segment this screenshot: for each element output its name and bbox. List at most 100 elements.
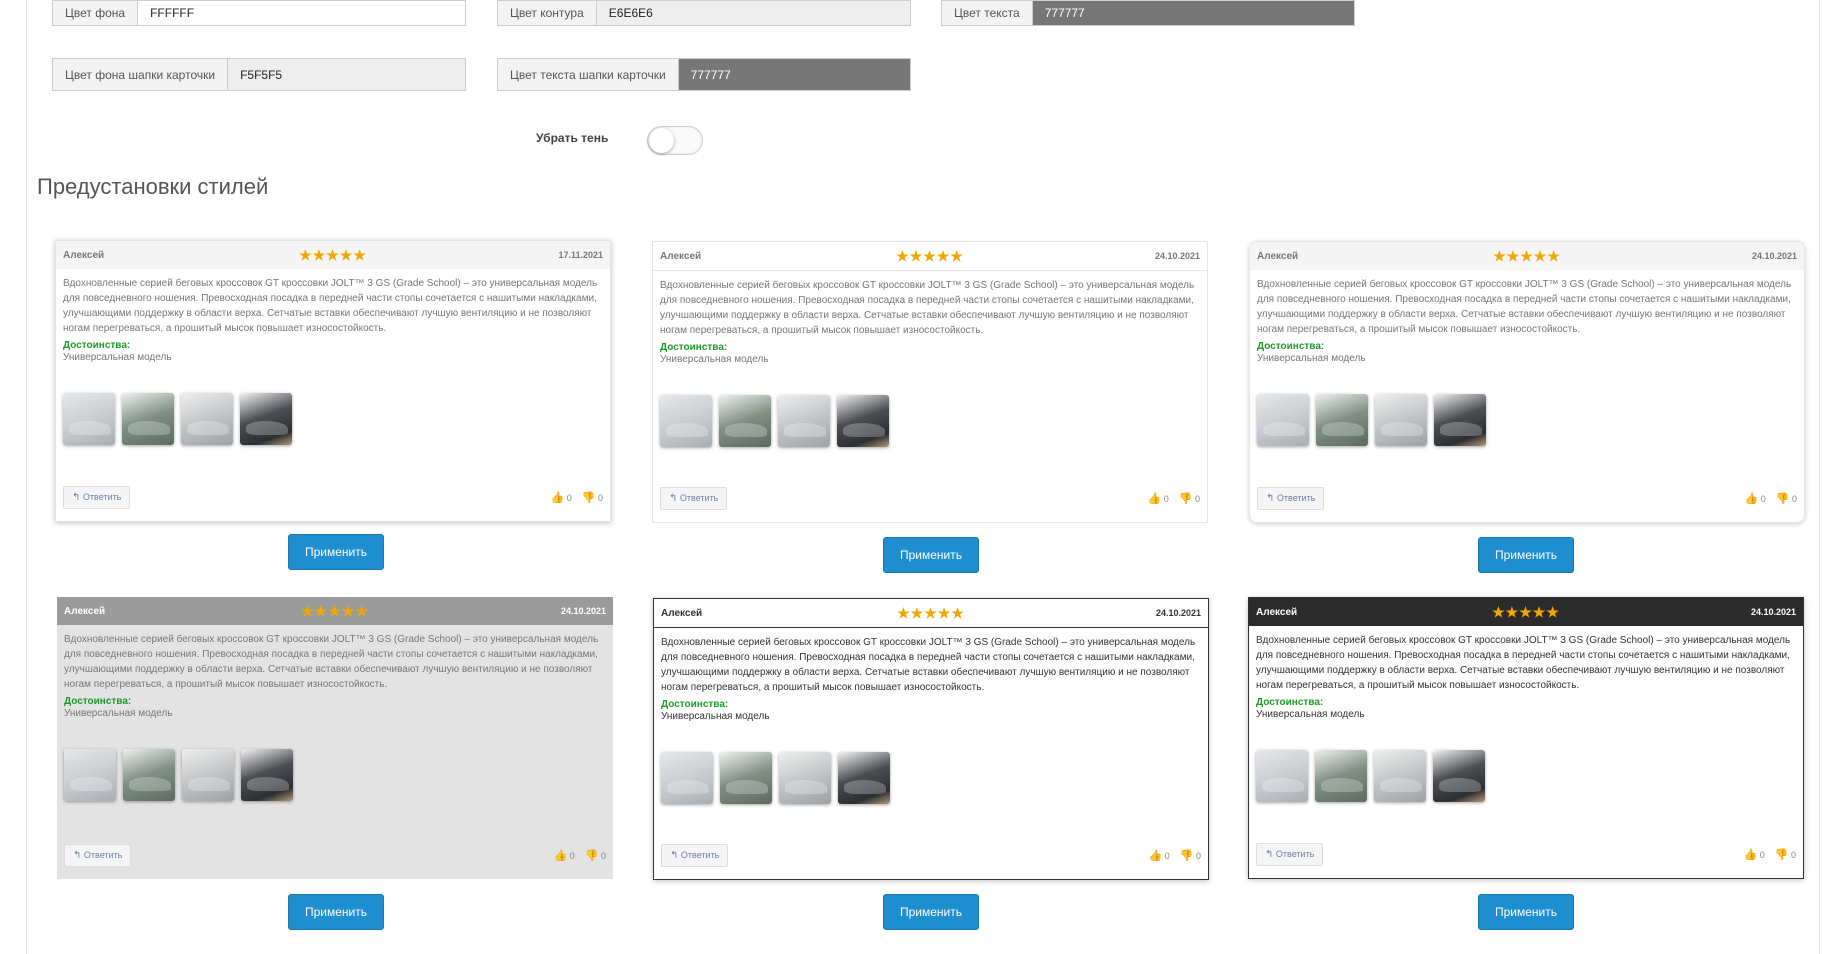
header-bg-color-input[interactable]: F5F5F5 — [228, 59, 465, 90]
border-color-input[interactable]: E6E6E6 — [596, 1, 910, 25]
apply-preset-button-5[interactable]: Применить — [883, 894, 979, 930]
advantages-label: Достоинства: — [660, 342, 728, 353]
reply-button[interactable]: ↰ Ответить — [63, 486, 131, 509]
dislike-button[interactable]: 👎 0 — [585, 849, 606, 862]
like-button[interactable]: 👍 0 — [1744, 848, 1765, 861]
advantages-text: Универсальная модель — [661, 711, 770, 722]
card-footer: ↰ Ответить 👍 0 👎 0 — [64, 844, 606, 867]
like-button[interactable]: 👍 0 — [551, 491, 572, 504]
thumbs-down-icon: 👎 — [584, 850, 599, 862]
remove-shadow-toggle[interactable] — [647, 126, 703, 155]
text-color-input[interactable]: 777777 — [1032, 1, 1354, 25]
votes: 👍 0 👎 0 — [1744, 848, 1796, 861]
advantages-text: Универсальная модель — [660, 354, 769, 365]
apply-preset-button-1[interactable]: Применить — [288, 534, 384, 570]
thumbs-up-icon: 👍 — [1743, 849, 1758, 861]
thumbs-down-icon: 👎 — [581, 492, 596, 504]
dislike-button[interactable]: 👎 0 — [582, 491, 603, 504]
reply-button[interactable]: ↰ Ответить — [660, 487, 728, 510]
preset-card-6[interactable]: Алексей ★★★★★ 24.10.2021 Вдохновленные с… — [1248, 597, 1804, 879]
preset-card-5[interactable]: Алексей ★★★★★ 24.10.2021 Вдохновленные с… — [653, 598, 1209, 880]
review-text: Вдохновленные серией беговых кроссовок G… — [661, 637, 1196, 693]
dislike-button[interactable]: 👎 0 — [1180, 849, 1201, 862]
photo-thumbnail[interactable] — [778, 395, 830, 447]
card-footer: ↰ Ответить 👍 0 👎 0 — [1256, 843, 1796, 866]
photo-thumbnail[interactable] — [661, 752, 713, 804]
dislike-button[interactable]: 👎 0 — [1179, 492, 1200, 505]
dislike-count: 0 — [597, 493, 603, 503]
reply-label: Ответить — [1276, 493, 1316, 503]
photo-thumbnail[interactable] — [1256, 750, 1308, 802]
reply-button[interactable]: ↰ Ответить — [64, 844, 132, 867]
reply-label: Ответить — [83, 850, 123, 860]
reply-button[interactable]: ↰ Ответить — [1256, 843, 1324, 866]
header-text-color-input[interactable]: 777777 — [678, 59, 910, 90]
photo-thumbnail[interactable] — [1374, 750, 1426, 802]
review-text: Вдохновленные серией беговых кроссовок G… — [1256, 635, 1791, 691]
like-button[interactable]: 👍 0 — [1745, 492, 1766, 505]
reply-arrow-icon: ↰ — [669, 493, 678, 504]
preset-card-2[interactable]: Алексей ★★★★★ 24.10.2021 Вдохновленные с… — [652, 241, 1208, 523]
preset-card-1[interactable]: Алексей ★★★★★ 17.11.2021 Вдохновленные с… — [55, 240, 611, 522]
apply-preset-button-2[interactable]: Применить — [883, 537, 979, 573]
review-text: Вдохновленные серией беговых кроссовок G… — [64, 634, 599, 690]
reply-label: Ответить — [82, 492, 122, 502]
photo-thumbnail[interactable] — [181, 393, 233, 445]
like-button[interactable]: 👍 0 — [1148, 492, 1169, 505]
votes: 👍 0 👎 0 — [551, 491, 603, 504]
photo-thumbnail[interactable] — [1434, 394, 1486, 446]
dislike-button[interactable]: 👎 0 — [1775, 848, 1796, 861]
bg-color-input[interactable]: FFFFFF — [138, 1, 465, 25]
apply-preset-button-4[interactable]: Применить — [288, 894, 384, 930]
bg-color-label: Цвет фона — [53, 1, 139, 25]
photo-gallery — [661, 752, 1201, 804]
reply-button[interactable]: ↰ Ответить — [1257, 487, 1325, 510]
card-body: Вдохновленные серией беговых кроссовок G… — [1250, 270, 1804, 446]
advantages-text: Универсальная модель — [64, 708, 173, 719]
reply-button[interactable]: ↰ Ответить — [661, 844, 729, 867]
thumbs-down-icon: 👎 — [1774, 849, 1789, 861]
preset-card-3[interactable]: Алексей ★★★★★ 24.10.2021 Вдохновленные с… — [1249, 241, 1805, 523]
text-color-input-group: Цвет текста 777777 — [941, 0, 1355, 26]
rating-stars-icon: ★★★★★ — [1493, 248, 1561, 264]
photo-thumbnail[interactable] — [241, 749, 293, 801]
photo-thumbnail[interactable] — [1316, 394, 1368, 446]
reply-arrow-icon: ↰ — [670, 850, 679, 861]
dislike-button[interactable]: 👎 0 — [1776, 492, 1797, 505]
photo-gallery — [63, 393, 603, 445]
votes: 👍 0 👎 0 — [1148, 492, 1200, 505]
preset-card-4[interactable]: Алексей ★★★★★ 24.10.2021 Вдохновленные с… — [57, 597, 613, 879]
dislike-count: 0 — [600, 851, 606, 861]
thumbs-up-icon: 👍 — [1148, 850, 1163, 862]
card-footer: ↰ Ответить 👍 0 👎 0 — [661, 844, 1201, 867]
apply-preset-button-6[interactable]: Применить — [1478, 894, 1574, 930]
photo-thumbnail[interactable] — [64, 749, 116, 801]
advantages-label: Достоинства: — [63, 340, 131, 351]
thumbs-up-icon: 👍 — [550, 492, 565, 504]
apply-preset-button-3[interactable]: Применить — [1478, 537, 1574, 573]
photo-thumbnail[interactable] — [182, 749, 234, 801]
photo-thumbnail[interactable] — [1375, 394, 1427, 446]
reply-arrow-icon: ↰ — [1265, 849, 1274, 860]
photo-thumbnail[interactable] — [1433, 750, 1485, 802]
photo-thumbnail[interactable] — [779, 752, 831, 804]
photo-thumbnail[interactable] — [838, 752, 890, 804]
photo-thumbnail[interactable] — [837, 395, 889, 447]
photo-thumbnail[interactable] — [63, 393, 115, 445]
like-count: 0 — [1164, 851, 1170, 861]
photo-thumbnail[interactable] — [719, 395, 771, 447]
photo-thumbnail[interactable] — [660, 395, 712, 447]
like-button[interactable]: 👍 0 — [554, 849, 575, 862]
like-button[interactable]: 👍 0 — [1149, 849, 1170, 862]
photo-thumbnail[interactable] — [1257, 394, 1309, 446]
advantages-text: Универсальная модель — [1257, 353, 1366, 364]
thumbs-down-icon: 👎 — [1775, 493, 1790, 505]
photo-thumbnail[interactable] — [123, 749, 175, 801]
photo-thumbnail[interactable] — [122, 393, 174, 445]
photo-thumbnail[interactable] — [720, 752, 772, 804]
photo-thumbnail[interactable] — [1315, 750, 1367, 802]
photo-thumbnail[interactable] — [240, 393, 292, 445]
dislike-count: 0 — [1195, 851, 1201, 861]
advantages-label: Достоинства: — [1256, 697, 1324, 708]
thumbs-down-icon: 👎 — [1178, 493, 1193, 505]
